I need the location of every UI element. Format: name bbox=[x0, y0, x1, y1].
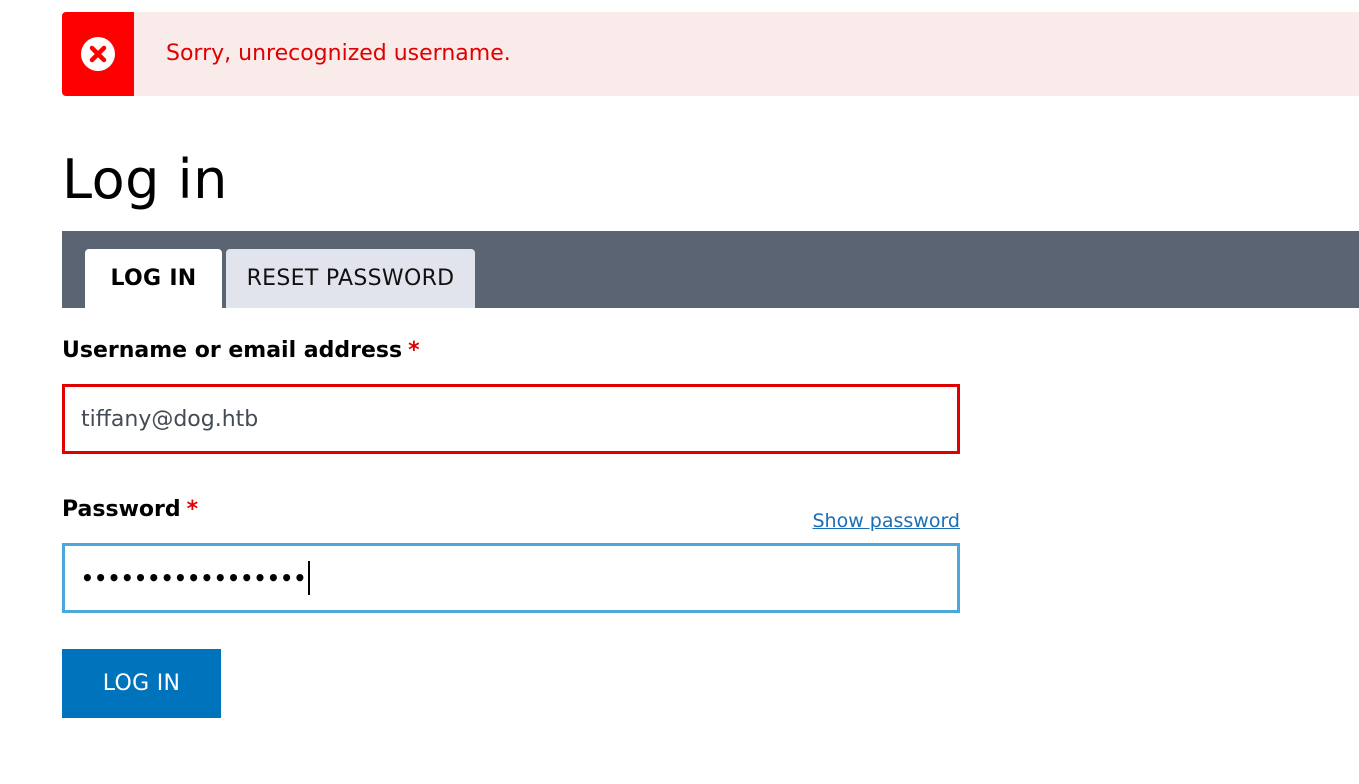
username-label: Username or email address * bbox=[62, 340, 420, 362]
show-password-link[interactable]: Show password bbox=[812, 510, 960, 532]
username-required-marker: * bbox=[408, 338, 420, 363]
error-message: Sorry, unrecognized username. bbox=[62, 12, 1359, 96]
password-required-marker: * bbox=[186, 497, 199, 522]
username-input-value: tiffany@dog.htb bbox=[81, 406, 259, 432]
tab-reset-password[interactable]: RESET PASSWORD bbox=[226, 249, 475, 308]
login-page: Sorry, unrecognized username. Log in LOG… bbox=[0, 0, 1359, 784]
error-icon-container bbox=[62, 12, 134, 96]
password-label: Password * bbox=[62, 499, 198, 521]
tab-log-in[interactable]: LOG IN bbox=[85, 249, 222, 308]
username-input[interactable]: tiffany@dog.htb bbox=[62, 384, 960, 454]
password-masked-value: ••••••••••••••••• bbox=[81, 566, 307, 590]
tabs-bar: LOG IN RESET PASSWORD bbox=[62, 231, 1359, 308]
password-input[interactable]: ••••••••••••••••• bbox=[62, 543, 960, 613]
error-circle-x-icon bbox=[81, 37, 115, 71]
password-label-text: Password bbox=[62, 497, 181, 522]
text-caret bbox=[307, 561, 310, 595]
page-title: Log in bbox=[62, 148, 228, 211]
error-message-text: Sorry, unrecognized username. bbox=[166, 41, 511, 66]
log-in-button[interactable]: LOG IN bbox=[62, 649, 221, 718]
username-label-text: Username or email address bbox=[62, 338, 403, 363]
